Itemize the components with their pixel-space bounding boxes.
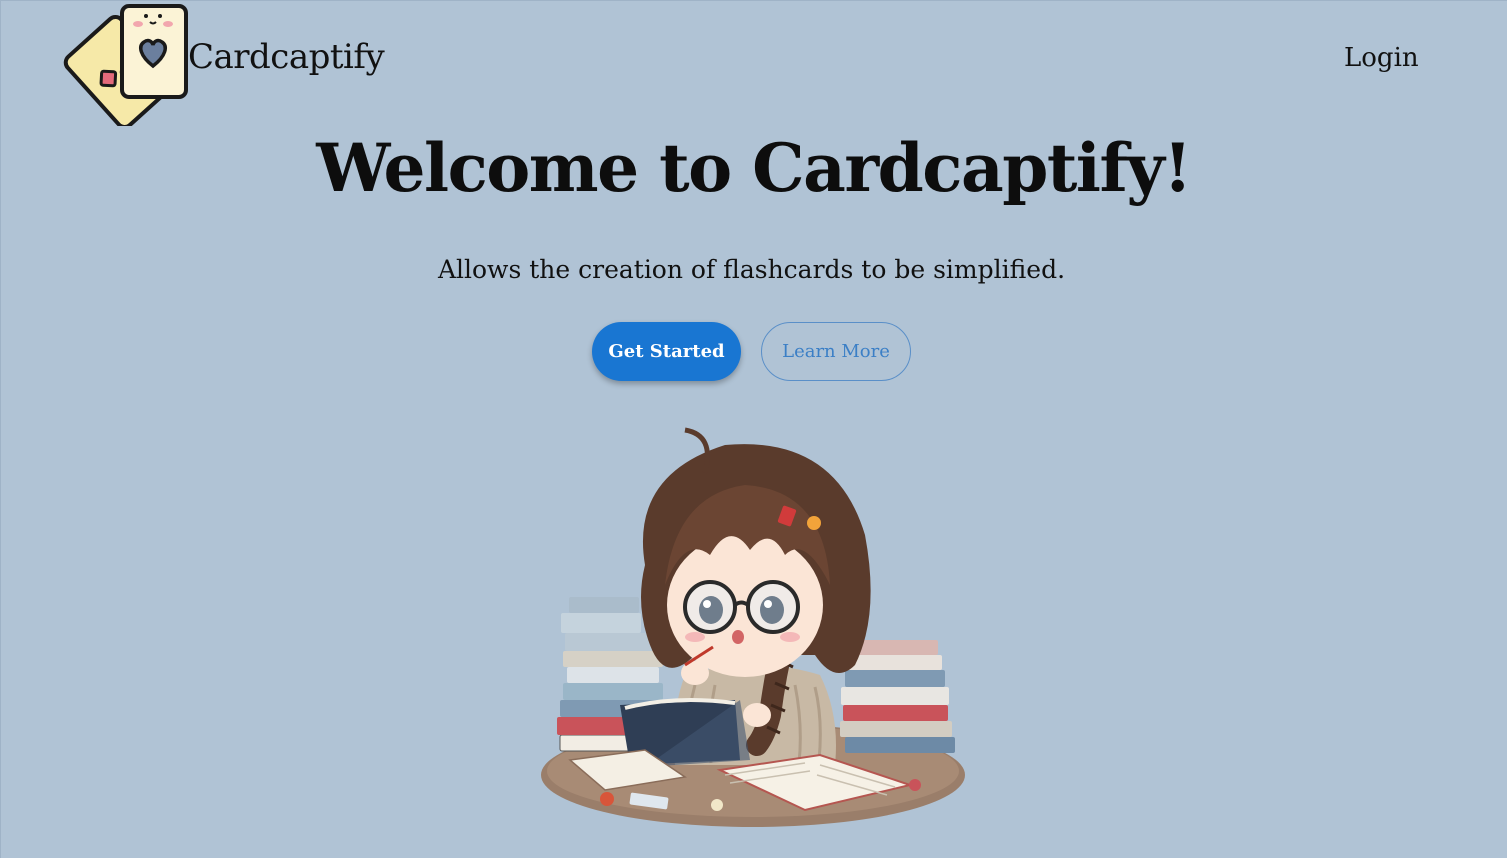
studying-girl-illustration <box>535 415 970 835</box>
hero-subtitle: Allows the creation of flashcards to be … <box>437 255 1066 284</box>
login-link[interactable]: Login <box>1344 45 1419 71</box>
learn-more-button[interactable]: Learn More <box>761 322 911 381</box>
brand-name[interactable]: Cardcaptify <box>188 40 385 74</box>
get-started-button[interactable]: Get Started <box>592 322 741 381</box>
cards-logo-icon[interactable] <box>58 2 193 129</box>
hero-title: Welcome to Cardcaptify! <box>316 129 1192 207</box>
